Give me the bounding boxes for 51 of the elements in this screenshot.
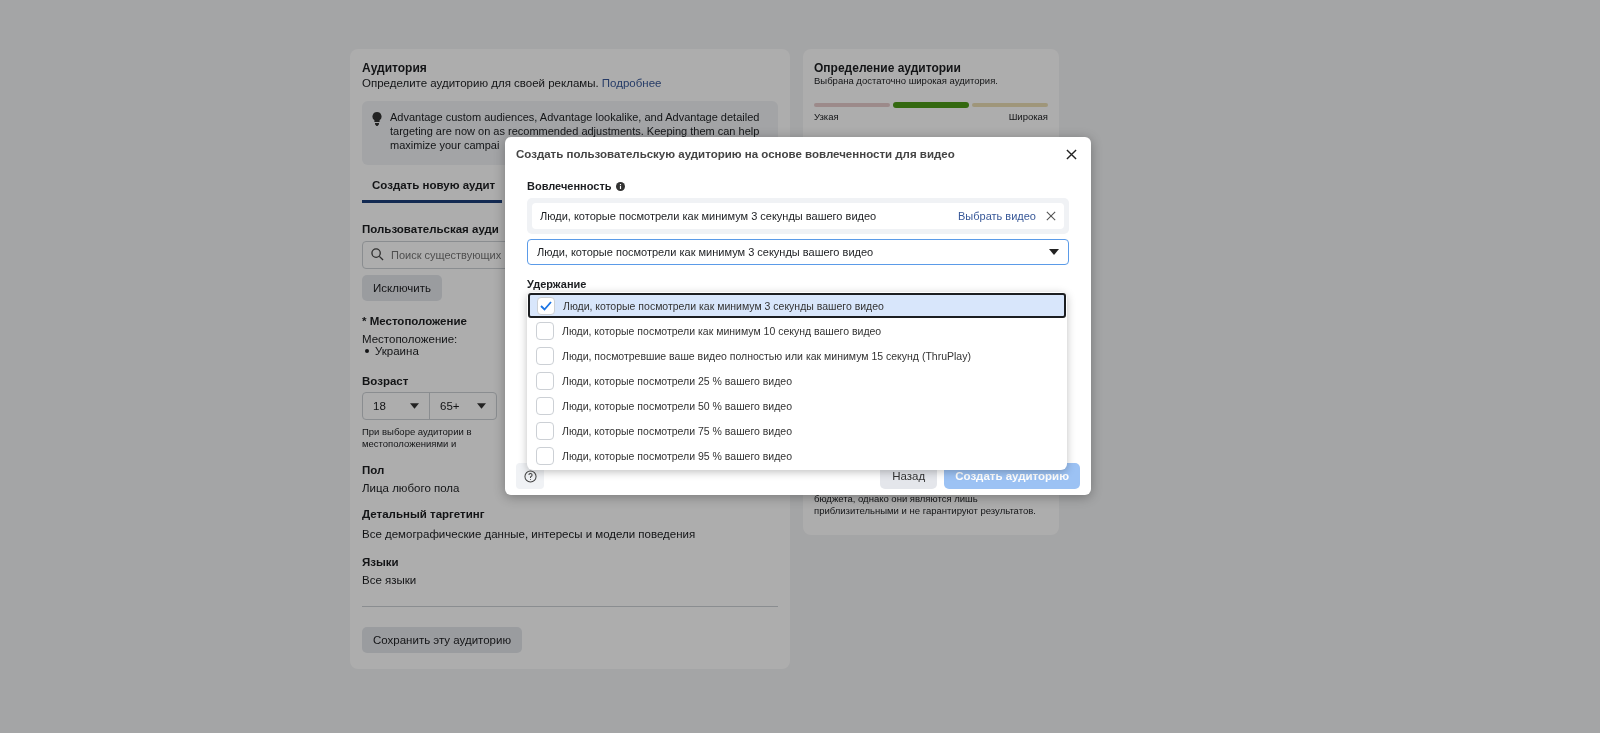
selected-item-text: Люди, которые посмотрели как минимум 3 секунды вашего видео <box>540 210 878 222</box>
location-heading: * Местоположение <box>362 315 467 327</box>
location-label: Местоположение: <box>362 333 458 345</box>
help-icon <box>523 469 537 483</box>
engagement-select[interactable]: Люди, которые посмотрели как минимум 3 секунды вашего видео <box>527 239 1069 265</box>
choose-video-link[interactable]: Выбрать видео <box>958 210 1036 222</box>
panel-title: Аудитория <box>362 61 428 75</box>
panel-subtitle: Определите аудиторию для своей рекламы. Подробнее <box>362 77 663 89</box>
checkbox[interactable] <box>536 371 554 390</box>
dropdown-option[interactable]: Люди, посмотревшие ваше видео полностью или как минимум 15 секунд (ThruPlay) <box>527 343 1067 368</box>
dropdown-option[interactable]: Люди, которые посмотрели 75 % вашего видео <box>527 418 1067 443</box>
detailed-targeting-heading: Детальный таргетинг <box>362 508 485 520</box>
create-audience-tab[interactable]: Создать новую аудит <box>362 173 502 203</box>
panel-title: Определение аудитории <box>814 61 962 75</box>
estimate-note: бюджета, однако они являются лишь приблизительными и не гарантируют результатов. <box>814 493 1036 517</box>
search-icon <box>371 248 384 261</box>
checkbox[interactable] <box>536 346 554 365</box>
checkbox[interactable] <box>536 446 554 465</box>
dropdown-option[interactable]: Люди, которые посмотрели 50 % вашего видео <box>527 393 1067 418</box>
dialog-title: Создать пользовательскую аудиторию на основе вовлеченности для видео <box>516 148 955 160</box>
custom-audience-label: Пользовательская ауди <box>362 223 499 235</box>
checkbox[interactable] <box>536 396 554 415</box>
dropdown-option[interactable]: Люди, которые посмотрели 25 % вашего видео <box>527 368 1067 393</box>
dropdown-option[interactable]: Люди, которые посмотрели как минимум 3 секунды вашего видео <box>528 293 1066 318</box>
gender-value: Лица любого пола <box>362 482 460 494</box>
caret-icon <box>1049 249 1059 255</box>
close-icon[interactable] <box>1066 148 1077 160</box>
dropdown-option[interactable]: Люди, которые посмотрели как минимум 10 секунд вашего видео <box>527 318 1067 343</box>
checkbox[interactable] <box>536 321 554 340</box>
retention-label: Удержание <box>527 278 587 290</box>
detailed-targeting-value: Все демографические данные, интересы и модели поведения <box>362 528 696 540</box>
lightbulb-icon <box>372 112 382 126</box>
notice-text: Advantage custom audiences, Advantage lookalike, and Advantage detailed targeting are now on as recommended adjustments. Keeping them can help maximize your campai <box>390 110 760 151</box>
checkbox[interactable] <box>537 296 555 315</box>
narrow-label: Узкая <box>814 111 839 123</box>
checkbox[interactable] <box>536 421 554 440</box>
location-item: Украина <box>375 345 419 357</box>
age-note: При выборе аудитории в местоположениями и <box>362 426 472 450</box>
audience-size-text: Выбрана достаточно широкая аудитория. <box>814 75 998 87</box>
remove-icon[interactable] <box>1046 211 1056 221</box>
exclude-button[interactable]: Исключить <box>362 275 442 301</box>
gender-heading: Пол <box>362 464 385 476</box>
languages-heading: Языки <box>362 556 399 568</box>
learn-more-link[interactable]: Подробнее <box>601 77 662 89</box>
languages-value: Все языки <box>362 574 417 586</box>
bullet-icon <box>365 349 369 353</box>
save-audience-button[interactable]: Сохранить эту аудиторию <box>362 627 523 653</box>
wide-label: Широкая <box>1008 111 1048 123</box>
age-heading: Возраст <box>362 375 409 387</box>
info-icon <box>615 181 625 191</box>
engagement-label: Вовлеченность <box>527 180 612 192</box>
